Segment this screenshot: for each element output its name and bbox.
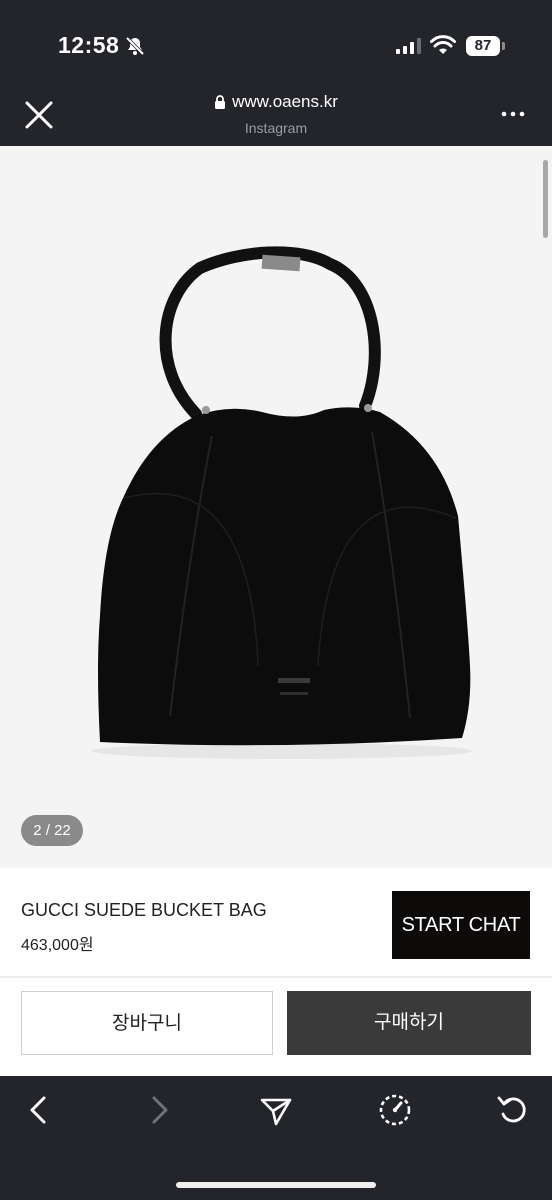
close-icon[interactable] [20,96,58,134]
bell-slash-icon [125,36,145,56]
browser-toolbar [0,1076,552,1200]
cart-button[interactable]: 장바구니 [21,991,273,1055]
scrollbar[interactable] [543,160,548,238]
battery-icon: 87 [466,36,506,56]
url-area[interactable]: www.oaens.kr Instagram [140,92,412,136]
forward-icon[interactable] [140,1092,176,1128]
action-bar: 장바구니 구매하기 [0,978,552,1076]
wifi-icon [430,35,456,54]
product-title: GUCCI SUEDE BUCKET BAG [21,900,267,920]
status-time: 12:58 [58,32,120,58]
url-text: www.oaens.kr [232,92,338,111]
reload-icon[interactable] [495,1092,531,1128]
home-indicator[interactable] [176,1182,376,1188]
compass-icon[interactable] [377,1092,413,1128]
battery-tip [502,42,505,50]
product-image[interactable]: 2 / 22 [0,146,552,868]
back-icon[interactable] [22,1092,58,1128]
status-bar: 12:58 87 [0,0,552,80]
product-price: 463,000원 [21,937,94,954]
buy-button[interactable]: 구매하기 [287,991,531,1055]
image-counter: 2 / 22 [21,815,83,846]
url-line: www.oaens.kr [214,92,338,112]
start-chat-button[interactable]: START CHAT [392,891,530,959]
battery-level: 87 [466,36,500,56]
lock-icon [215,94,226,109]
more-icon[interactable] [496,102,530,126]
product-info: GUCCI SUEDE BUCKET BAG 463,000원 START CH… [0,868,552,976]
share-icon[interactable] [258,1092,294,1128]
url-subtitle: Instagram [244,119,308,136]
signal-icon [396,38,421,54]
browser-header: www.oaens.kr Instagram [0,80,552,146]
bag-illustration [92,246,472,759]
